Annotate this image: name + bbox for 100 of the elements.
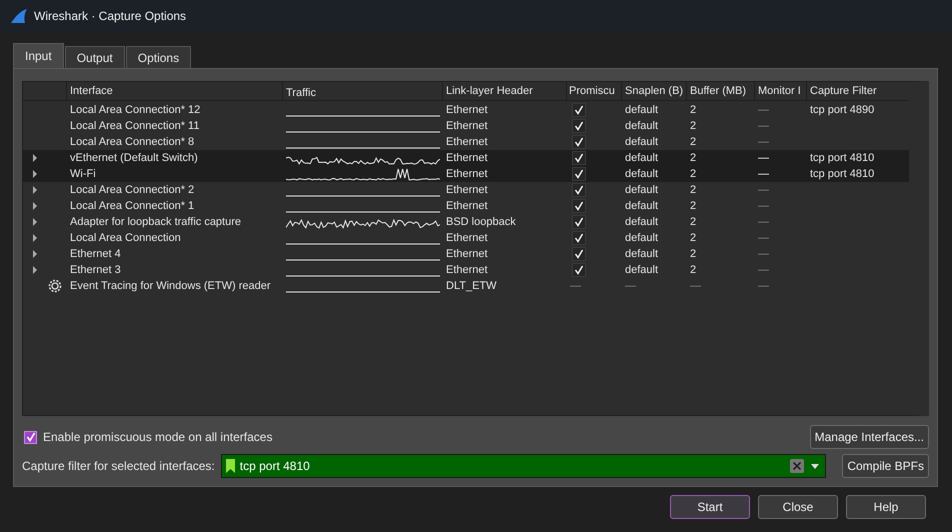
- table-cell-text: Ethernet: [445, 183, 489, 198]
- window-title: Wireshark · Capture Options: [34, 9, 186, 23]
- table-row[interactable]: Local Area Connection* 2 Ethernet default 2 —: [23, 182, 909, 198]
- tab[interactable]: Output: [64, 46, 125, 68]
- table-row[interactable]: Event Tracing for Windows (ETW) reader DLT_ETW — — — —: [23, 278, 909, 294]
- table-row[interactable]: Ethernet 3 Ethernet default 2 —: [23, 262, 909, 278]
- table-cell-text: Local Area Connection* 8: [69, 135, 196, 150]
- table-cell-text: Wi-Fi: [69, 167, 97, 182]
- table-cell-text: —: [757, 119, 770, 134]
- column-header[interactable]: Interface: [66, 82, 282, 100]
- table-cell-text: default: [624, 103, 660, 118]
- table-cell-text: 2: [689, 247, 698, 262]
- table-cell-text: Local Area Connection* 1: [69, 199, 196, 214]
- table-cell-text: Local Area Connection* 2: [69, 183, 196, 198]
- table-row[interactable]: Ethernet 4 Ethernet default 2 —: [23, 246, 909, 262]
- table-row[interactable]: Local Area Connection Ethernet default 2 —: [23, 230, 909, 246]
- checkbox[interactable]: [572, 199, 586, 213]
- table-cell-text: Ethernet: [445, 231, 489, 246]
- gear-icon: [48, 279, 62, 293]
- dialog-button[interactable]: Close: [758, 495, 838, 519]
- table-cell-text: default: [624, 167, 660, 182]
- check-icon: [26, 432, 36, 442]
- table-cell-text: vEthernet (Default Switch): [69, 151, 199, 166]
- table-cell-text: 2: [689, 231, 698, 246]
- table-cell-text: —: [757, 231, 770, 246]
- table-cell-text: 2: [689, 135, 698, 150]
- table-cell-text: default: [624, 183, 660, 198]
- checkbox-label: Enable promiscuous mode on all interfaces: [43, 430, 272, 444]
- table-cell-text: Ethernet: [445, 247, 489, 262]
- column-header[interactable]: Buffer (MB): [686, 82, 754, 100]
- table-cell-text: DLT_ETW: [445, 279, 498, 294]
- table-row[interactable]: Wi-Fi Ethernet default 2 — tcp port 4810: [23, 166, 909, 182]
- table-row[interactable]: vEthernet (Default Switch) Ethernet default 2 — tcp port 4810: [23, 150, 909, 166]
- table-cell-text: Ethernet 3: [69, 263, 122, 278]
- table-cell-text: —: [757, 247, 770, 262]
- table-row[interactable]: Local Area Connection* 8 Ethernet default 2 —: [23, 134, 909, 150]
- checkbox[interactable]: [572, 103, 586, 117]
- table-row[interactable]: Adapter for loopback traffic capture BSD loopback default 2 —: [23, 214, 909, 230]
- column-header[interactable]: Traffic: [282, 82, 442, 100]
- table-cell-text: tcp port 4810: [809, 167, 876, 182]
- interface-table[interactable]: [22, 81, 929, 416]
- checkbox[interactable]: [572, 215, 586, 229]
- column-header[interactable]: Monitor I: [754, 82, 806, 100]
- manage-interfaces-button[interactable]: Manage Interfaces...: [810, 425, 929, 449]
- dialog-button[interactable]: Help: [846, 495, 926, 519]
- table-row[interactable]: Local Area Connection* 1 Ethernet default 2 —: [23, 198, 909, 214]
- table-cell-text: —: [757, 215, 770, 230]
- field-label: Capture filter for selected interfaces:: [22, 459, 215, 473]
- checkbox[interactable]: [572, 247, 586, 261]
- table-cell-text: default: [624, 247, 660, 262]
- table-cell-text: —: [757, 135, 770, 150]
- capture-filter-field[interactable]: tcp port 4810: [220, 454, 826, 478]
- table-cell-text: —: [757, 103, 770, 118]
- table-cell-text: 2: [689, 183, 698, 198]
- checkbox[interactable]: [572, 183, 586, 197]
- table-cell-text: Ethernet: [445, 119, 489, 134]
- table-cell-text: 2: [689, 119, 698, 134]
- checkbox[interactable]: [572, 119, 586, 133]
- table-cell-text: Ethernet: [445, 263, 489, 278]
- table-cell-text: —: [624, 279, 637, 294]
- table-cell-text: —: [757, 167, 770, 182]
- checkbox[interactable]: [24, 430, 37, 444]
- table-cell: —: [570, 280, 581, 292]
- table-cell-text: —: [757, 151, 770, 166]
- table-cell-text: 2: [689, 151, 698, 166]
- column-header[interactable]: Snaplen (B): [621, 82, 686, 100]
- table-cell-text: Local Area Connection* 11: [69, 119, 200, 134]
- table-cell-text: BSD loopback: [445, 215, 517, 230]
- table-cell-text: default: [624, 231, 660, 246]
- checkbox[interactable]: [572, 135, 586, 149]
- checkbox[interactable]: [572, 231, 586, 245]
- table-cell-text: Event Tracing for Windows (ETW) reader: [69, 279, 272, 294]
- table-cell-text: default: [624, 263, 660, 278]
- table-cell-text: Local Area Connection* 12: [69, 103, 202, 118]
- tab[interactable]: Options: [126, 46, 192, 68]
- table-cell-text: default: [624, 151, 660, 166]
- table-row[interactable]: Local Area Connection* 11 Ethernet default 2 —: [23, 118, 909, 134]
- bookmark-icon: [226, 459, 235, 473]
- tab[interactable]: Input: [13, 43, 64, 68]
- checkbox[interactable]: [572, 167, 586, 181]
- dialog-button[interactable]: Start: [670, 495, 750, 519]
- table-cell-text: Ethernet: [445, 135, 489, 150]
- checkbox[interactable]: [572, 151, 586, 165]
- table-row[interactable]: Local Area Connection* 12 Ethernet default 2 — tcp port 4890: [23, 102, 909, 118]
- dropdown-caret-icon: [811, 464, 820, 468]
- table-cell-text: Adapter for loopback traffic capture: [69, 215, 242, 230]
- table-cell-text: Ethernet 4: [69, 247, 122, 262]
- compile-bpfs-button[interactable]: Compile BPFs: [842, 454, 929, 478]
- column-header[interactable]: Promiscu: [566, 82, 621, 100]
- checkbox[interactable]: [572, 263, 586, 277]
- table-cell-text: 2: [689, 103, 698, 118]
- table-cell-text: tcp port 4890: [809, 103, 876, 118]
- table-cell-text: default: [624, 215, 660, 230]
- table-cell-text: —: [757, 199, 770, 214]
- table-cell-text: Ethernet: [445, 167, 489, 182]
- table-cell-text: —: [757, 279, 770, 294]
- column-header[interactable]: Capture Filter: [806, 82, 911, 100]
- table-cell-text: Ethernet: [445, 199, 489, 214]
- table-cell-text: Ethernet: [445, 151, 489, 166]
- column-header[interactable]: Link-layer Header: [442, 82, 566, 100]
